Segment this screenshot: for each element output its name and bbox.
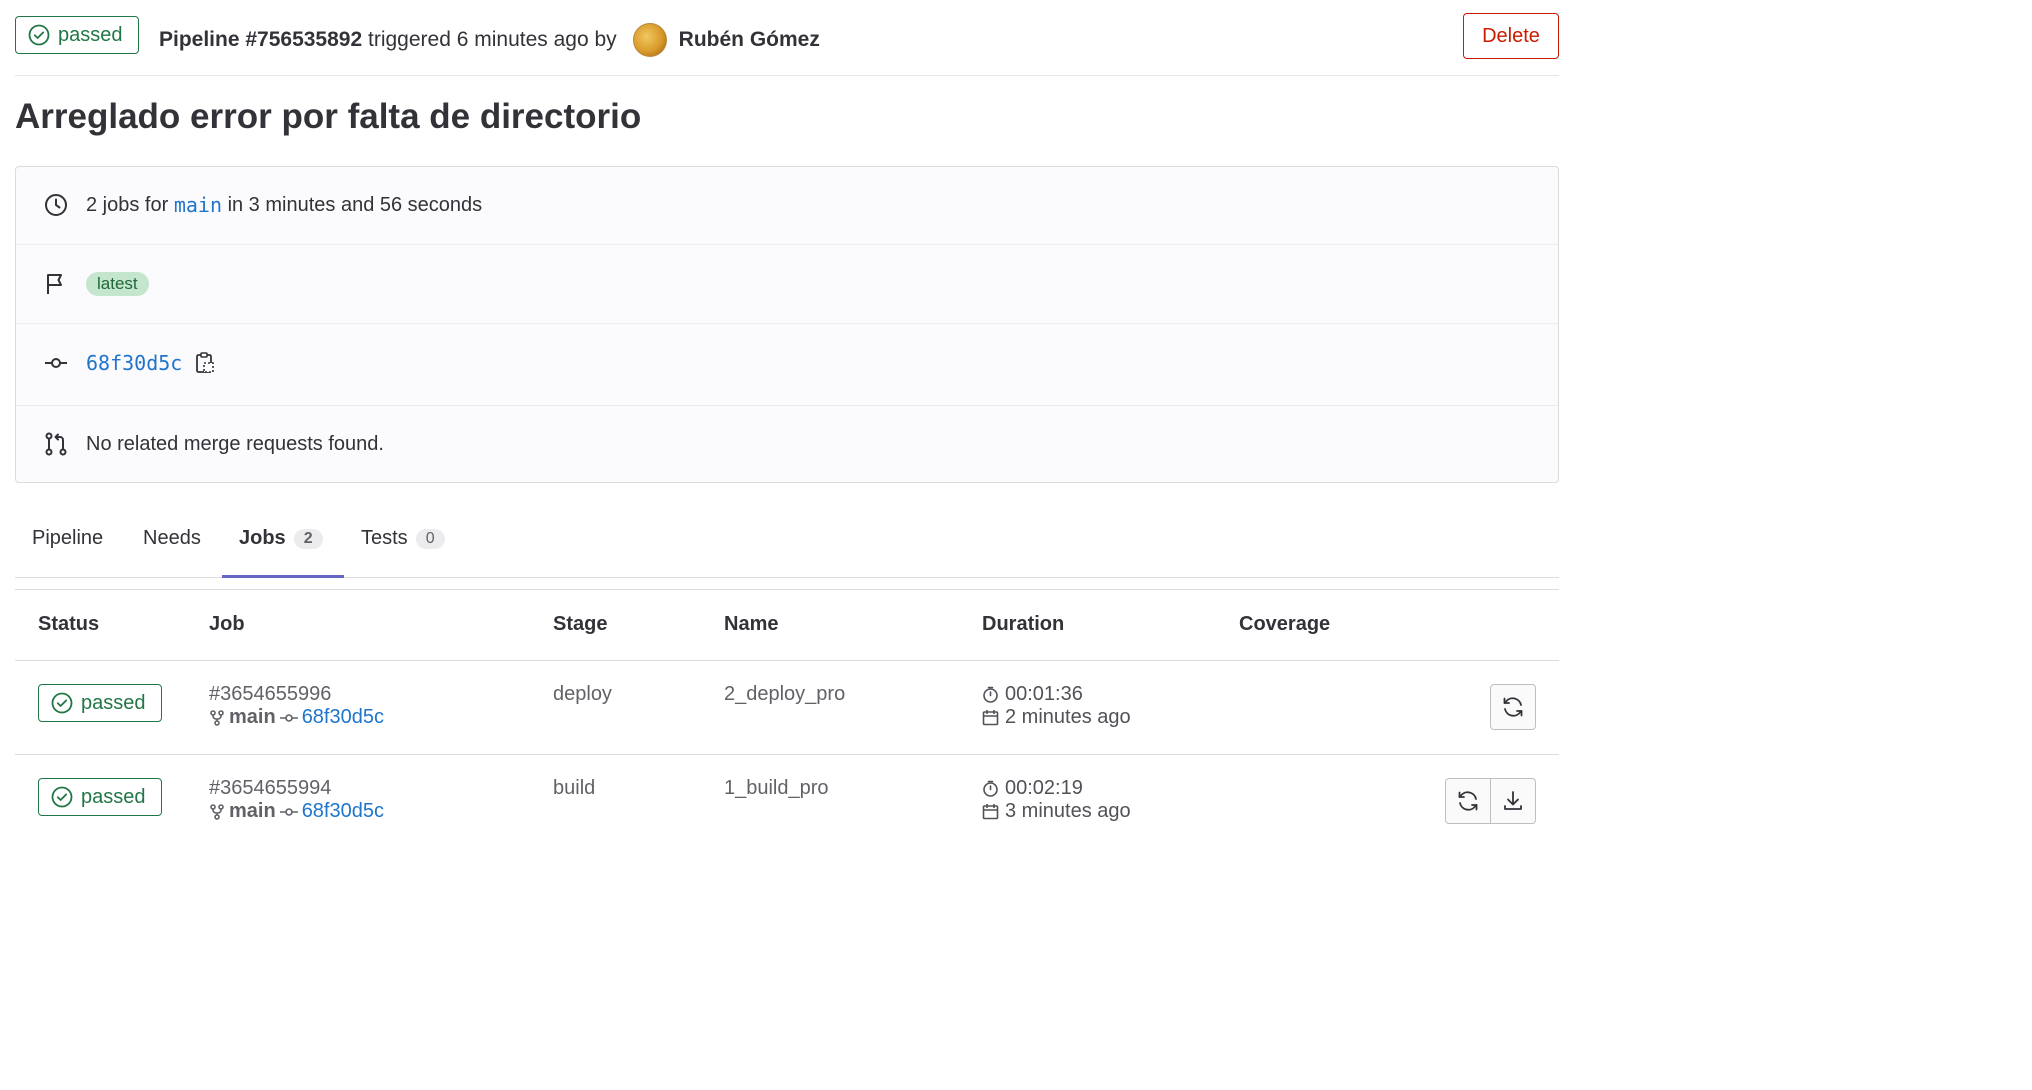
job-stage: deploy (553, 683, 612, 705)
pipeline-status-label: passed (58, 23, 123, 46)
job-id-link[interactable]: #3654655994 (209, 777, 384, 800)
user-name[interactable]: Rubén Gómez (679, 28, 820, 52)
timer-icon (983, 780, 998, 797)
download-artifacts-button[interactable] (1490, 778, 1536, 824)
column-header-stage: Stage (553, 613, 608, 635)
job-stage: build (553, 777, 596, 799)
pipeline-status-badge[interactable]: passed (15, 16, 139, 54)
table-header-divider (15, 660, 1559, 661)
job-cell: #3654655994 main 68f30d5c (209, 777, 384, 823)
flag-icon (44, 272, 68, 296)
tab-tests[interactable]: Tests 0 (361, 527, 445, 550)
job-status-badge[interactable]: passed (38, 684, 162, 722)
retry-button[interactable] (1445, 778, 1491, 824)
branch-icon (210, 803, 224, 820)
column-header-duration: Duration (982, 613, 1065, 635)
commit-icon (44, 351, 68, 375)
job-status-label: passed (81, 691, 146, 714)
column-header-coverage: Coverage (1239, 613, 1331, 635)
commit-row: 68f30d5c (16, 339, 1558, 387)
pipeline-id: Pipeline #756535892 (159, 28, 363, 51)
merge-requests-text: No related merge requests found. (86, 432, 384, 455)
panel-divider (16, 244, 1558, 245)
pipeline-summary: Pipeline #756535892 triggered 6 minutes … (159, 23, 820, 57)
calendar-icon (982, 804, 999, 820)
tab-jobs[interactable]: Jobs 2 (239, 527, 323, 550)
check-circle-icon (51, 692, 73, 714)
delete-button[interactable]: Delete (1463, 13, 1559, 59)
job-branch[interactable]: main (229, 800, 276, 823)
tests-count-badge: 0 (415, 528, 445, 549)
job-commit-link[interactable]: 68f30d5c (302, 800, 384, 823)
avatar[interactable] (632, 23, 667, 57)
job-commit-link[interactable]: 68f30d5c (302, 706, 384, 729)
job-duration-cell: 00:01:36 2 minutes ago (982, 683, 1131, 729)
commit-icon (279, 713, 298, 722)
timer-icon (983, 686, 998, 703)
job-duration: 00:01:36 (1005, 683, 1083, 705)
job-name: 1_build_pro (724, 777, 829, 799)
page-title: Arreglado error por falta de directorio (15, 97, 642, 136)
latest-badge: latest (86, 272, 149, 296)
panel-divider (16, 405, 1558, 406)
pipeline-info-panel: 2 jobs for main in 3 minutes and 56 seco… (15, 166, 1559, 483)
check-circle-icon (28, 24, 50, 46)
download-icon (1504, 791, 1522, 810)
retry-icon (1503, 697, 1523, 717)
copy-icon[interactable] (194, 351, 216, 375)
column-header-name: Name (724, 613, 779, 635)
job-status-label: passed (81, 785, 146, 808)
merge-request-icon (44, 432, 68, 456)
branch-icon (210, 709, 224, 726)
jobs-count-badge: 2 (293, 528, 323, 549)
table-top-border (15, 589, 1559, 590)
pipeline-header: passed Pipeline #756535892 triggered 6 m… (15, 13, 1559, 61)
column-header-status: Status (38, 613, 100, 635)
panel-divider (16, 323, 1558, 324)
clock-icon (44, 193, 68, 217)
tags-row: latest (16, 260, 1558, 308)
table-row-divider (15, 754, 1559, 755)
retry-button[interactable] (1490, 684, 1536, 730)
commit-sha-link[interactable]: 68f30d5c (86, 351, 182, 375)
merge-requests-row: No related merge requests found. (16, 420, 1558, 468)
active-tab-indicator (222, 575, 344, 578)
job-branch[interactable]: main (229, 706, 276, 729)
job-name: 2_deploy_pro (724, 683, 846, 705)
retry-icon (1458, 791, 1478, 811)
jobs-duration-row: 2 jobs for main in 3 minutes and 56 seco… (16, 181, 1558, 229)
branch-link[interactable]: main (174, 193, 222, 217)
job-duration-cell: 00:02:19 3 minutes ago (982, 777, 1131, 823)
calendar-icon (982, 710, 999, 726)
job-duration: 00:02:19 (1005, 777, 1083, 799)
commit-icon (279, 807, 298, 816)
check-circle-icon (51, 786, 73, 808)
job-id-link[interactable]: #3654655996 (209, 683, 384, 706)
pipeline-tabs: Pipeline Needs Jobs 2 Tests 0 (15, 515, 1559, 578)
tab-pipeline[interactable]: Pipeline (32, 527, 103, 550)
job-finished: 3 minutes ago (1005, 800, 1131, 822)
job-cell: #3654655996 main 68f30d5c (209, 683, 384, 729)
jobs-prefix: 2 jobs for (86, 193, 169, 216)
triggered-text: triggered 6 minutes ago by (368, 28, 617, 51)
job-finished: 2 minutes ago (1005, 706, 1131, 728)
tab-needs[interactable]: Needs (143, 527, 201, 550)
job-status-badge[interactable]: passed (38, 778, 162, 816)
header-divider (15, 75, 1559, 76)
column-header-job: Job (209, 613, 245, 635)
jobs-suffix: in 3 minutes and 56 seconds (227, 193, 483, 216)
